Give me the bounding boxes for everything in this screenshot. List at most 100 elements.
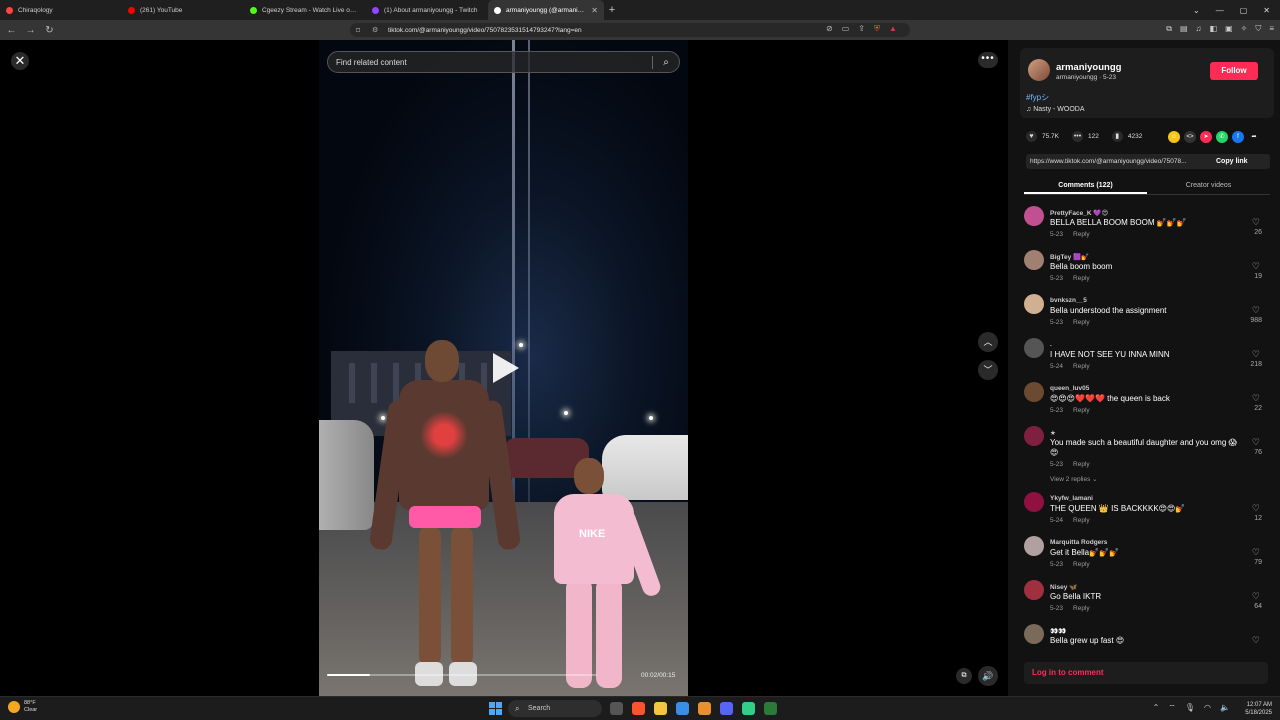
comment-list[interactable]: PrettyFace_K 💜😍 BELLA BELLA BOOM BOOM 💅💅💅… <box>1024 206 1268 651</box>
commenter-avatar[interactable] <box>1024 338 1044 358</box>
tab-comments[interactable]: Comments (122) <box>1024 177 1147 194</box>
comment-like-icon[interactable]: ♡ <box>1252 547 1260 558</box>
maximize-icon[interactable]: ▢ <box>1240 6 1248 15</box>
reply-button[interactable]: Reply <box>1073 363 1090 370</box>
commenter-name[interactable]: Marquitta Rodgers <box>1050 539 1107 546</box>
reply-button[interactable]: Reply <box>1073 319 1090 326</box>
browser-tab[interactable]: Chiraqology <box>0 0 122 20</box>
next-video-button[interactable]: ﹀ <box>978 360 998 380</box>
app-icon[interactable] <box>742 702 755 715</box>
sidebar-toggle-icon[interactable]: ▤ <box>1180 24 1188 34</box>
follow-button[interactable]: Follow <box>1210 62 1258 80</box>
commenter-name[interactable]: 👀👀 <box>1050 627 1066 635</box>
tray-chevron-icon[interactable]: ⌃ <box>1153 703 1160 713</box>
emoji-share-icon[interactable]: ☺ <box>1168 131 1180 143</box>
no-tracking-icon[interactable]: ⊘ <box>826 24 833 34</box>
volume-icon[interactable]: 🔈 <box>1220 703 1230 713</box>
music-track[interactable]: ♫ Nasty - WOODA <box>1026 106 1085 113</box>
share-page-icon[interactable]: ⇪ <box>858 24 865 34</box>
save-stat[interactable]: ▮ 4232 <box>1111 131 1142 142</box>
browser-tab[interactable]: Cgeezy Stream - Watch Live on Kick <box>244 0 366 20</box>
commenter-avatar[interactable] <box>1024 624 1044 644</box>
taskbar-search[interactable]: ⌕ Search <box>508 700 602 717</box>
view-replies-link[interactable]: View 2 replies ⌄ <box>1050 475 1098 483</box>
facebook-icon[interactable]: f <box>1232 131 1244 143</box>
back-icon[interactable]: ← <box>4 25 19 36</box>
video-player[interactable]: NIKE 00:02/00:15 <box>319 40 688 696</box>
wallet-icon[interactable]: ▣ <box>1225 24 1233 34</box>
related-search-input[interactable] <box>328 57 652 67</box>
comment-like-icon[interactable]: ♡ <box>1252 261 1260 272</box>
browser-tab[interactable]: (1) About armaniyoungg - Twitch <box>366 0 488 20</box>
network-icon[interactable]: ⌔ <box>1168 703 1176 713</box>
commenter-name[interactable]: Ykyfw_lamani <box>1050 495 1093 502</box>
task-view-icon[interactable] <box>610 702 623 715</box>
forward-icon[interactable]: → <box>23 25 38 36</box>
brave-browser-icon[interactable] <box>632 702 645 715</box>
more-options-button[interactable]: ••• <box>978 52 998 68</box>
store-icon[interactable] <box>676 702 689 715</box>
vpn-icon[interactable]: ⛉ <box>1255 24 1261 34</box>
new-tab-icon[interactable]: + <box>604 4 620 16</box>
login-to-comment-bar[interactable]: Log in to comment <box>1024 662 1268 684</box>
reply-button[interactable]: Reply <box>1073 461 1090 468</box>
close-video-button[interactable]: ✕ <box>11 52 29 70</box>
commenter-avatar[interactable] <box>1024 580 1044 600</box>
comment-like-icon[interactable]: ♡ <box>1252 437 1260 448</box>
discord-icon[interactable] <box>720 702 733 715</box>
file-explorer-icon[interactable] <box>654 702 667 715</box>
brave-rewards-icon[interactable]: ▲ <box>889 24 897 34</box>
comment-like-icon[interactable]: ♡ <box>1252 591 1260 602</box>
brave-shield-icon[interactable]: ⛨ <box>874 24 880 34</box>
close-window-icon[interactable]: ✕ <box>1263 6 1270 15</box>
copy-link-button[interactable]: Copy link <box>1208 158 1248 165</box>
extension-puzzle-icon[interactable]: ⧉ <box>1166 24 1172 34</box>
video-progress-bar[interactable] <box>327 674 597 676</box>
commenter-avatar[interactable] <box>1024 206 1044 226</box>
tab-creator-videos[interactable]: Creator videos <box>1147 177 1270 194</box>
start-button[interactable] <box>489 702 502 715</box>
reply-button[interactable]: Reply <box>1073 407 1090 414</box>
share-arrow-icon[interactable]: ➦ <box>1248 131 1260 143</box>
previous-video-button[interactable]: ︿ <box>978 332 998 352</box>
commenter-name[interactable]: . <box>1050 341 1052 348</box>
like-stat[interactable]: ♥ 75.7K <box>1026 131 1059 142</box>
commenter-name[interactable]: queen_luv05 <box>1050 385 1089 392</box>
reply-button[interactable]: Reply <box>1073 605 1090 612</box>
commenter-name[interactable]: ★ <box>1050 429 1056 437</box>
author-name[interactable]: armaniyoungg <box>1056 62 1121 73</box>
commenter-avatar[interactable] <box>1024 426 1044 446</box>
play-icon[interactable] <box>493 353 519 383</box>
commenter-name[interactable]: BigTey 🟪💅 <box>1050 253 1089 261</box>
embed-icon[interactable]: <> <box>1184 131 1196 143</box>
commenter-name[interactable]: bvnkszn__5 <box>1050 297 1087 304</box>
wifi-icon[interactable]: ◠ <box>1204 703 1211 713</box>
commenter-avatar[interactable] <box>1024 294 1044 314</box>
cast-icon[interactable]: ▭ <box>842 24 850 34</box>
leo-icon[interactable]: ✧ <box>1241 24 1248 34</box>
taskbar-clock[interactable]: 12:07 AM 5/18/2025 <box>1245 701 1272 717</box>
minimize-icon[interactable]: — <box>1216 6 1224 15</box>
author-avatar[interactable] <box>1028 59 1050 81</box>
weather-widget[interactable]: 88°F Clear <box>8 700 37 714</box>
comment-stat[interactable]: ••• 122 <box>1072 131 1099 142</box>
reading-list-icon[interactable]: ◧ <box>1210 24 1218 34</box>
comment-like-icon[interactable]: ♡ <box>1252 503 1260 514</box>
comment-like-icon[interactable]: ♡ <box>1252 635 1260 646</box>
mic-icon[interactable]: 🎙 <box>1185 703 1195 713</box>
app-icon[interactable] <box>698 702 711 715</box>
reply-button[interactable]: Reply <box>1073 231 1090 238</box>
commenter-avatar[interactable] <box>1024 492 1044 512</box>
excel-icon[interactable] <box>764 702 777 715</box>
search-icon[interactable]: ⌕ <box>653 57 679 68</box>
bookmark-icon[interactable]: ⌑ <box>356 26 360 35</box>
reply-button[interactable]: Reply <box>1073 517 1090 524</box>
comment-like-icon[interactable]: ♡ <box>1252 349 1260 360</box>
commenter-avatar[interactable] <box>1024 250 1044 270</box>
video-link-url[interactable]: https://www.tiktok.com/@armaniyoungg/vid… <box>1026 158 1208 165</box>
whatsapp-icon[interactable]: ✆ <box>1216 131 1228 143</box>
comment-like-icon[interactable]: ♡ <box>1252 393 1260 404</box>
login-to-comment-link[interactable]: Log in to comment <box>1032 668 1104 677</box>
browser-tab[interactable]: (261) YouTube <box>122 0 244 20</box>
close-tab-icon[interactable]: ✕ <box>591 6 598 15</box>
